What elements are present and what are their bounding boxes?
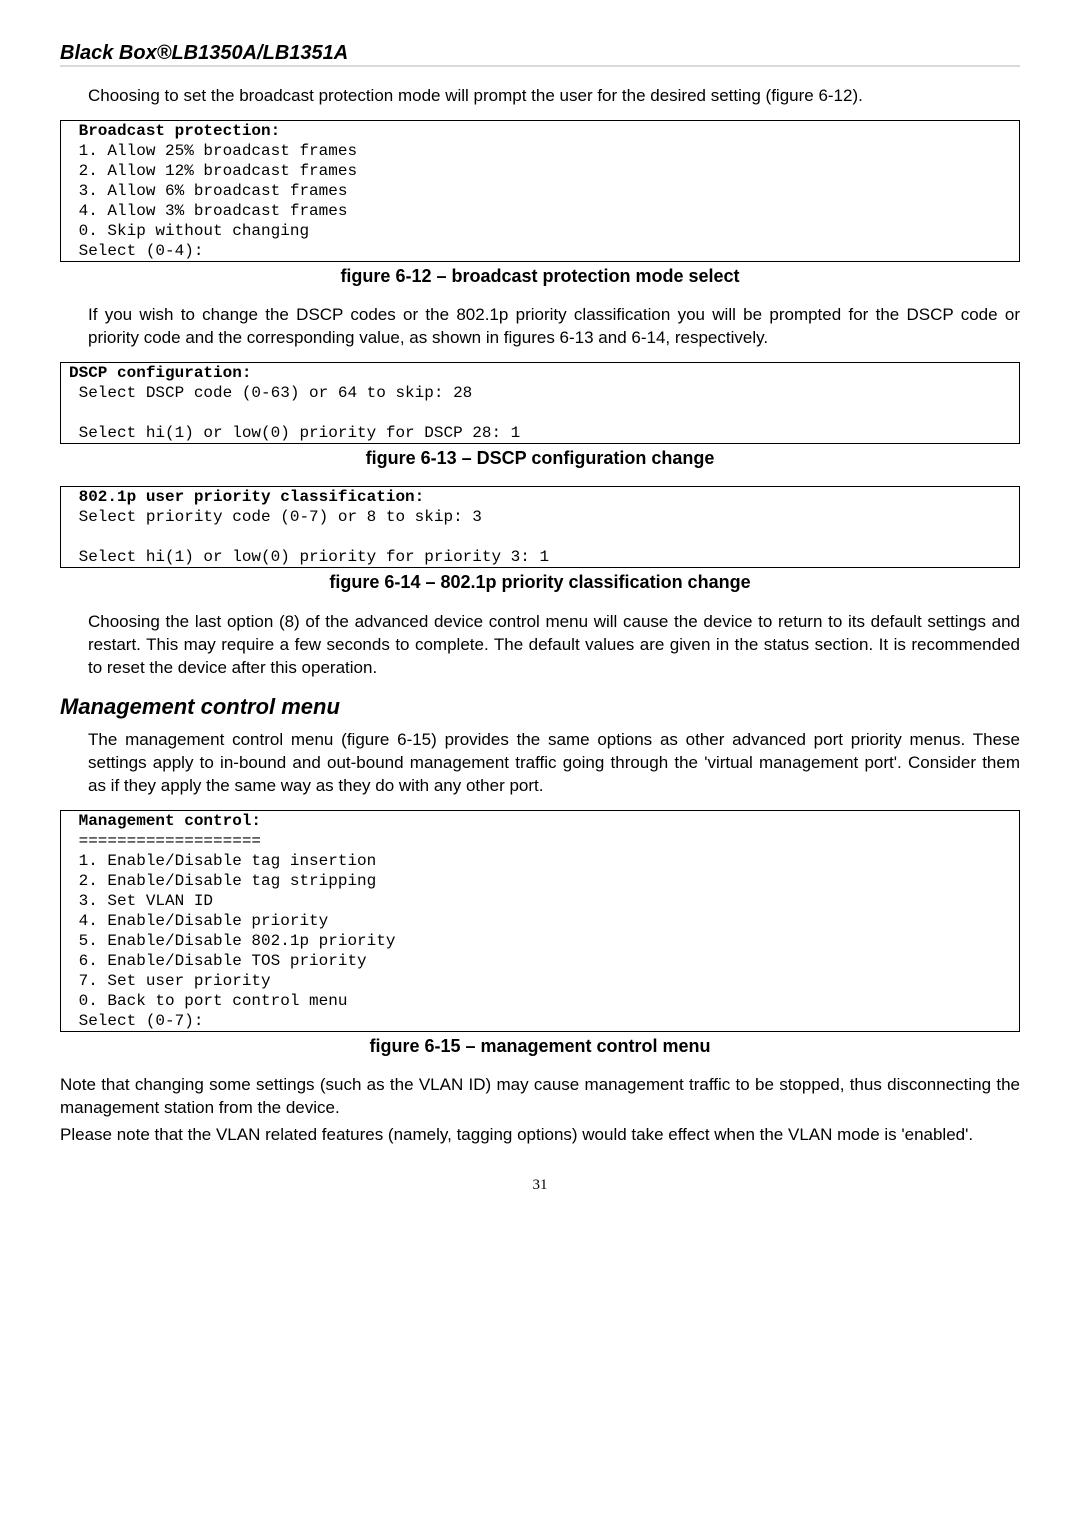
- code-line: 2. Allow 12% broadcast frames: [69, 162, 357, 180]
- code-title: Broadcast protection:: [69, 122, 280, 140]
- code-line: Select (0-7):: [69, 1012, 203, 1030]
- section-heading-management: Management control menu: [60, 692, 1020, 722]
- paragraph-note-vlan-id: Note that changing some settings (such a…: [60, 1074, 1020, 1120]
- paragraph-intro-broadcast: Choosing to set the broadcast protection…: [88, 85, 1020, 108]
- figure-caption-6-15: figure 6-15 – management control menu: [60, 1034, 1020, 1058]
- code-broadcast-protection: Broadcast protection: 1. Allow 25% broad…: [60, 120, 1020, 262]
- code-line: 6. Enable/Disable TOS priority: [69, 952, 367, 970]
- figure-caption-6-13: figure 6-13 – DSCP configuration change: [60, 446, 1020, 470]
- paragraph-management-intro: The management control menu (figure 6-15…: [88, 729, 1020, 798]
- code-line: 7. Set user priority: [69, 972, 271, 990]
- page-number: 31: [60, 1175, 1020, 1195]
- code-line: Select hi(1) or low(0) priority for prio…: [69, 548, 549, 566]
- code-line: 4. Enable/Disable priority: [69, 912, 328, 930]
- code-line: [69, 528, 79, 546]
- code-management-control: Management control: =================== …: [60, 810, 1020, 1032]
- paragraph-note-vlan-mode: Please note that the VLAN related featur…: [60, 1124, 1020, 1147]
- code-line: ===================: [69, 832, 261, 850]
- code-line: Select hi(1) or low(0) priority for DSCP…: [69, 424, 520, 442]
- figure-caption-6-14: figure 6-14 – 802.1p priority classifica…: [60, 570, 1020, 594]
- code-line: 2. Enable/Disable tag stripping: [69, 872, 376, 890]
- paragraph-reset-note: Choosing the last option (8) of the adva…: [88, 611, 1020, 680]
- code-dscp-config: DSCP configuration: Select DSCP code (0-…: [60, 362, 1020, 444]
- code-title: Management control:: [69, 812, 261, 830]
- code-line: 4. Allow 3% broadcast frames: [69, 202, 347, 220]
- code-line: Select priority code (0-7) or 8 to skip:…: [69, 508, 482, 526]
- code-title: 802.1p user priority classification:: [69, 488, 424, 506]
- code-8021p-classification: 802.1p user priority classification: Sel…: [60, 486, 1020, 568]
- code-line: 1. Allow 25% broadcast frames: [69, 142, 357, 160]
- code-title: DSCP configuration:: [69, 364, 251, 382]
- figure-caption-6-12: figure 6-12 – broadcast protection mode …: [60, 264, 1020, 288]
- code-line: [69, 404, 79, 422]
- code-line: Select DSCP code (0-63) or 64 to skip: 2…: [69, 384, 472, 402]
- code-line: 3. Allow 6% broadcast frames: [69, 182, 347, 200]
- paragraph-dscp-intro: If you wish to change the DSCP codes or …: [88, 304, 1020, 350]
- code-line: 1. Enable/Disable tag insertion: [69, 852, 376, 870]
- code-line: 0. Skip without changing: [69, 222, 309, 240]
- code-line: 0. Back to port control menu: [69, 992, 347, 1010]
- code-line: 5. Enable/Disable 802.1p priority: [69, 932, 395, 950]
- code-line: 3. Set VLAN ID: [69, 892, 213, 910]
- code-line: Select (0-4):: [69, 242, 203, 260]
